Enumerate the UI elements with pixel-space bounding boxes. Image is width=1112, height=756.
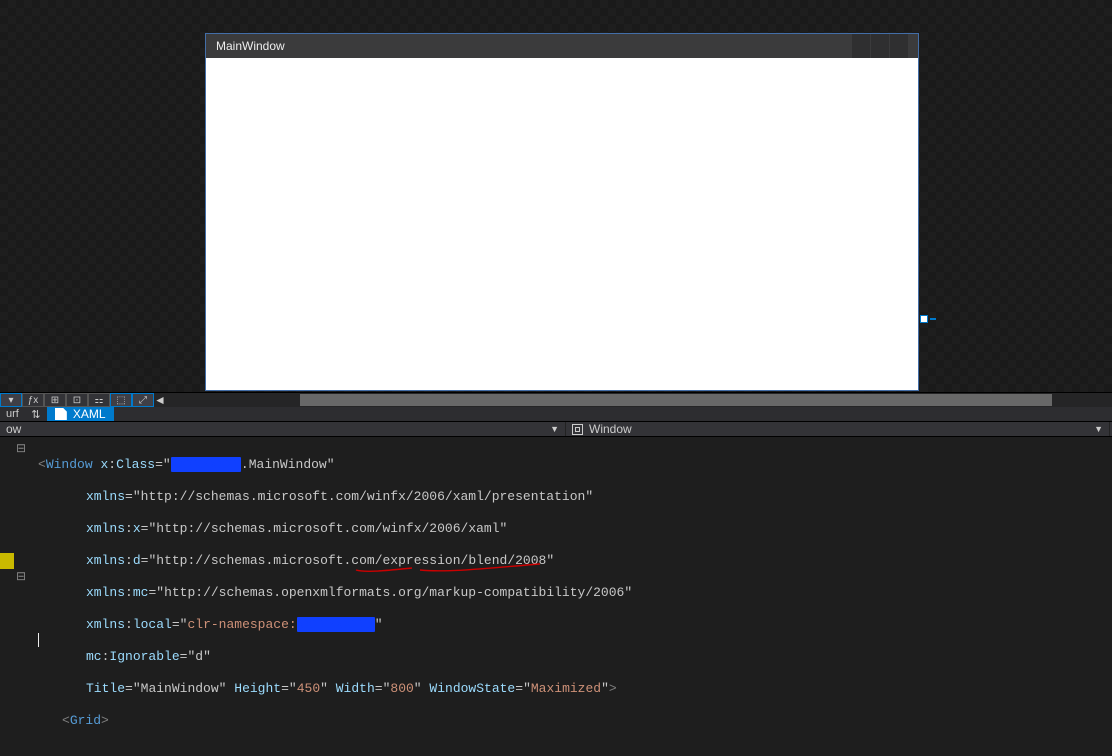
breadcrumb-element-label: Window [589,422,632,436]
resize-adorner-line [930,318,936,320]
code-body[interactable]: <Window x:Class="XXXXXXXXX.MainWindow" x… [38,441,1112,756]
xaml-designer-surface[interactable]: MainWindow [0,0,1112,392]
split-view-tabs: urf ⇅ XAML [0,407,1112,422]
breadcrumb-scope[interactable]: ow ▼ [0,422,566,436]
breakpoint-marker[interactable] [0,553,14,569]
preview-client-area[interactable] [209,58,915,387]
redacted-text: XXXXXXXXXX [297,617,375,632]
preview-minimize-icon [852,34,870,58]
chevron-down-icon: ▼ [1086,424,1103,434]
chevron-down-icon: ▼ [542,424,559,434]
preview-window[interactable]: MainWindow [205,33,919,391]
xaml-navigation-bar: ow ▼ Window ▼ [0,422,1112,437]
fit-all-button[interactable]: ⬚ [110,393,132,407]
scrollbar-thumb[interactable] [300,394,1052,406]
designer-toolbar: ▾ ƒx ⊞ ⊡ ⚏ ⬚ ⤢ ◄ [0,392,1112,407]
toggle-artboard-button[interactable]: ⤢ [132,393,154,407]
redacted-text: XXXXXXXXX [171,457,241,472]
outlining-gutter: ⊟ · · · · · · · ⊟ [14,441,34,585]
gridlines-button[interactable]: ⚏ [88,393,110,407]
swap-panes-button[interactable]: ⇅ [25,407,47,421]
scroll-left-icon[interactable]: ◄ [154,393,166,407]
xaml-code-editor[interactable]: ⊟ · · · · · · · ⊟ <Window x:Class="XXXXX… [0,437,1112,756]
breadcrumb-scope-label: ow [6,422,21,436]
design-tab[interactable]: urf [0,407,25,421]
effects-button[interactable]: ƒx [22,393,44,407]
grid-snap-button[interactable]: ⊞ [44,393,66,407]
preview-maximize-icon [871,34,889,58]
preview-title: MainWindow [216,39,285,53]
element-icon [572,424,583,435]
snaplines-button[interactable]: ⊡ [66,393,88,407]
zoom-dropdown[interactable]: ▾ [0,393,22,407]
xaml-tab-label: XAML [73,407,106,421]
text-caret [38,633,39,647]
fold-toggle[interactable]: ⊟ [14,441,28,457]
breadcrumb-element[interactable]: Window ▼ [566,422,1110,436]
preview-titlebar: MainWindow [206,34,918,58]
xaml-tab[interactable]: XAML [47,407,114,421]
document-icon [55,408,67,420]
resize-adorner-icon[interactable] [920,315,928,323]
designer-horizontal-scrollbar[interactable] [182,394,1104,406]
preview-close-icon [890,34,908,58]
fold-toggle[interactable]: ⊟ [14,569,28,585]
